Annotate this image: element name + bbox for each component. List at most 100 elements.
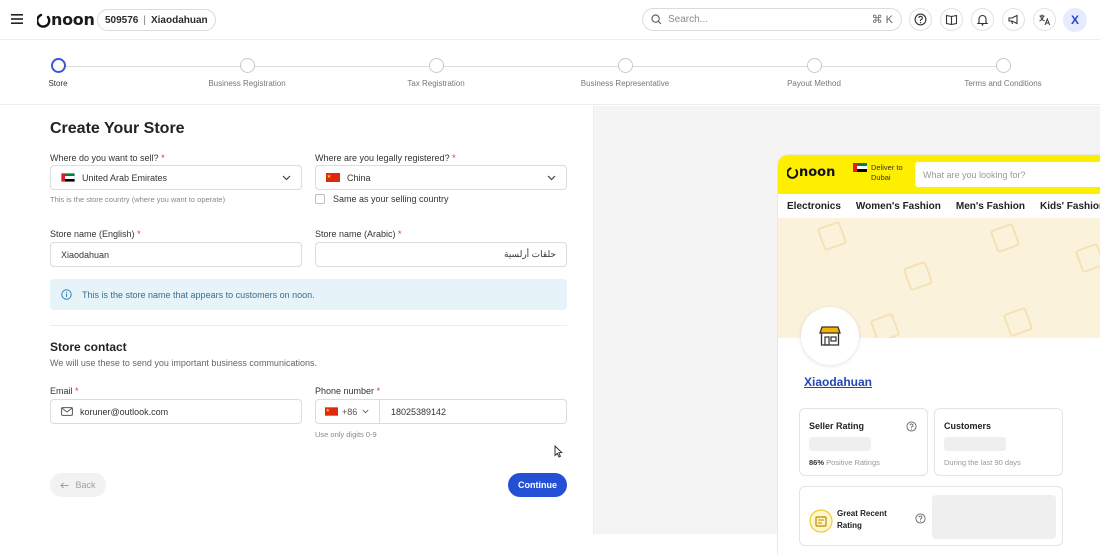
email-field[interactable]: koruner@outlook.com	[50, 399, 302, 424]
section-divider	[50, 325, 567, 326]
deliver-to-label: Deliver to	[871, 163, 903, 172]
sell-country-label: Where do you want to sell? *	[50, 153, 165, 163]
step-dot	[806, 58, 822, 73]
step-label: Terms and Conditions	[964, 79, 1042, 88]
preview-store-name: Xiaodahuan	[804, 375, 873, 389]
badge-placeholder	[932, 495, 1056, 539]
email-label: Email *	[50, 386, 79, 396]
phone-hint: Use only digits 0-9	[315, 430, 377, 439]
store-name-info-banner: This is the store name that appears to c…	[50, 279, 567, 310]
same-as-selling-label: Same as your selling country	[333, 194, 449, 204]
seller-rating-footer: 86% Positive Ratings	[809, 458, 880, 467]
noon-logo[interactable]: noon	[37, 10, 95, 29]
same-as-selling-checkbox[interactable]	[315, 194, 325, 204]
preview-header: noon Deliver to Dubai What are you looki…	[778, 155, 1100, 194]
registered-country-select[interactable]: China	[315, 165, 567, 190]
create-store-form: Create Your Store Where do you want to s…	[0, 106, 593, 534]
step-dot	[50, 58, 66, 73]
back-button[interactable]: Back	[50, 473, 106, 497]
store-contact-title: Store contact	[50, 340, 127, 354]
store-name-ar-value: حلقات أرلسية	[504, 249, 556, 259]
preview-nav-item: Kids' Fashion	[1039, 200, 1100, 212]
store-switcher[interactable]: 509576 | Xiaodahuan	[97, 9, 216, 31]
sell-country-select[interactable]: United Arab Emirates	[50, 165, 302, 190]
preview-deliver-to: Deliver to Dubai	[853, 163, 903, 183]
top-bar: noon 509576 | Xiaodahuan Search... ⌘ K X	[0, 0, 1100, 40]
step-label: Payout Method	[787, 79, 841, 88]
step-business-registration[interactable]: Business Registration	[187, 58, 307, 88]
step-payout-method[interactable]: Payout Method	[754, 58, 874, 88]
preview-nav-item: Women's Fashion	[855, 200, 941, 212]
bell-icon[interactable]	[971, 8, 994, 31]
seller-rating-title: Seller Rating	[809, 421, 865, 431]
translate-icon[interactable]	[1033, 8, 1056, 31]
continue-button[interactable]: Continue	[508, 473, 567, 497]
uae-flag-icon	[61, 173, 75, 182]
search-shortcut: ⌘ K	[871, 14, 893, 26]
registered-country-value: China	[347, 172, 371, 183]
sell-country-value: United Arab Emirates	[82, 172, 168, 183]
store-name: Xiaodahuan	[150, 14, 208, 26]
uae-flag-icon	[853, 163, 867, 172]
store-name-en-input[interactable]: Xiaodahuan	[50, 242, 302, 267]
china-flag-icon	[326, 173, 340, 182]
mail-icon	[61, 407, 73, 416]
store-name-en-label: Store name (English) *	[50, 229, 141, 239]
chevron-down-icon	[282, 175, 291, 181]
step-label: Store	[48, 79, 68, 88]
store-id: 509576	[105, 14, 139, 26]
customers-card: Customers During the last 90 days	[934, 408, 1063, 476]
help-icon[interactable]	[909, 8, 932, 31]
search-icon	[651, 14, 662, 25]
store-name-ar-label: Store name (Arabic) *	[315, 229, 402, 239]
chevron-down-icon	[547, 175, 556, 181]
customers-caption: During the last 90 days	[944, 458, 1021, 467]
info-icon	[61, 289, 72, 300]
help-icon	[915, 513, 926, 524]
global-search[interactable]: Search... ⌘ K	[642, 8, 902, 31]
customers-title: Customers	[944, 421, 992, 431]
preview-category-nav: Electronics Women's Fashion Men's Fashio…	[778, 194, 1100, 218]
storefront-preview: noon Deliver to Dubai What are you looki…	[778, 155, 1100, 555]
menu-icon[interactable]	[10, 12, 26, 26]
sell-country-hint: This is the store country (where you wan…	[50, 195, 226, 204]
phone-number-input[interactable]: 18025389142	[379, 399, 567, 424]
user-avatar[interactable]: X	[1063, 8, 1087, 32]
search-placeholder: Search...	[668, 14, 709, 25]
step-dot	[428, 58, 444, 73]
store-name-ar-input[interactable]: حلقات أرلسية	[315, 242, 567, 267]
phone-label: Phone number *	[315, 386, 381, 396]
preview-search: What are you looking for?	[915, 162, 1100, 187]
book-icon[interactable]	[940, 8, 963, 31]
phone-number-value: 18025389142	[391, 406, 447, 417]
preview-nav-item: Electronics	[787, 200, 841, 212]
badge-icon	[809, 509, 833, 533]
back-label: Back	[75, 480, 96, 490]
phone-country-code-select[interactable]: +86	[315, 399, 380, 424]
preview-store-icon	[801, 307, 859, 365]
preview-nav-item: Men's Fashion	[955, 200, 1025, 212]
deliver-city: Dubai	[871, 173, 891, 182]
step-dot	[239, 58, 255, 73]
china-flag-icon	[325, 407, 338, 416]
badge-title: Great Recent Rating	[837, 509, 887, 530]
step-label: Tax Registration	[407, 79, 465, 88]
step-terms-and-conditions[interactable]: Terms and Conditions	[943, 58, 1063, 88]
same-as-selling-option[interactable]: Same as your selling country	[315, 194, 449, 204]
step-dot	[995, 58, 1011, 73]
great-rating-card: Great Recent Rating	[799, 486, 1063, 546]
step-label: Business Representative	[580, 79, 670, 88]
mouse-cursor-icon	[554, 445, 563, 458]
rating-placeholder-bar	[809, 437, 871, 451]
megaphone-icon[interactable]	[1002, 8, 1025, 31]
chevron-down-icon	[362, 409, 369, 414]
preview-noon-logo: noon	[787, 165, 835, 180]
registered-country-label: Where are you legally registered? *	[315, 153, 456, 163]
customers-placeholder-bar	[944, 437, 1006, 451]
step-business-representative[interactable]: Business Representative	[565, 58, 685, 88]
step-tax-registration[interactable]: Tax Registration	[376, 58, 496, 88]
step-dot	[617, 58, 633, 73]
step-store[interactable]: Store	[0, 58, 118, 88]
page-title: Create Your Store	[50, 120, 185, 137]
store-contact-subtitle: We will use these to send you important …	[50, 358, 317, 368]
